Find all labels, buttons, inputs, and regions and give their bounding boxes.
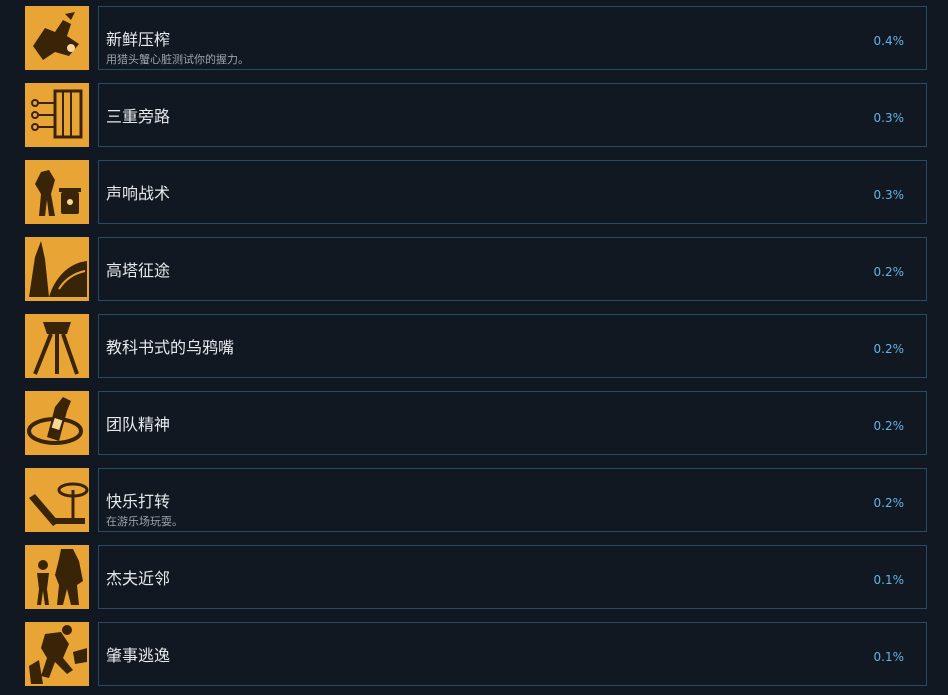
achievement-unlock-percent: 0.2% <box>873 496 905 510</box>
circuit-panel-icon <box>25 83 89 147</box>
achievement-card: 肇事逃逸 0.1% <box>98 622 927 686</box>
neighbors-icon <box>25 545 89 609</box>
achievement-card: 快乐打转 在游乐场玩耍。 0.2% <box>98 468 927 532</box>
achievement-description: 用猎头蟹心脏测试你的握力。 <box>106 53 249 66</box>
achievement-unlock-percent: 0.2% <box>873 342 905 356</box>
achievement-row[interactable]: 教科书式的乌鸦嘴 0.2% <box>25 314 927 378</box>
achievement-title: 新鲜压榨 <box>106 30 171 49</box>
achievement-unlock-percent: 0.3% <box>873 188 905 202</box>
achievement-card: 杰夫近邻 0.1% <box>98 545 927 609</box>
achievement-title: 团队精神 <box>106 415 171 434</box>
achievement-list: 新鲜压榨 用猎头蟹心脏测试你的握力。 0.4% 三重旁路 0.3% 声响战术 0… <box>0 0 948 695</box>
achievement-row[interactable]: 声响战术 0.3% <box>25 160 927 224</box>
achievement-unlock-percent: 0.3% <box>873 111 905 125</box>
achievement-title: 声响战术 <box>106 184 171 203</box>
achievement-title: 快乐打转 <box>106 492 171 511</box>
escape-icon <box>25 622 89 686</box>
achievement-row[interactable]: 团队精神 0.2% <box>25 391 927 455</box>
achievement-title: 肇事逃逸 <box>106 646 171 665</box>
achievement-card: 高塔征途 0.2% <box>98 237 927 301</box>
achievement-row[interactable]: 杰夫近邻 0.1% <box>25 545 927 609</box>
bottle-icon <box>25 391 89 455</box>
achievement-unlock-percent: 0.2% <box>873 265 905 279</box>
playground-slide-icon <box>25 468 89 532</box>
achievement-unlock-percent: 0.2% <box>873 419 905 433</box>
achievement-title: 教科书式的乌鸦嘴 <box>106 338 235 357</box>
achievement-card: 团队精神 0.2% <box>98 391 927 455</box>
achievement-row[interactable]: 三重旁路 0.3% <box>25 83 927 147</box>
achievement-card: 教科书式的乌鸦嘴 0.2% <box>98 314 927 378</box>
headcrab-heart-icon <box>25 6 89 70</box>
achievement-description: 在游乐场玩耍。 <box>106 515 183 528</box>
achievement-row[interactable]: 新鲜压榨 用猎头蟹心脏测试你的握力。 0.4% <box>25 6 927 70</box>
achievement-title: 高塔征途 <box>106 261 171 280</box>
achievement-unlock-percent: 0.4% <box>873 34 905 48</box>
achievement-card: 新鲜压榨 用猎头蟹心脏测试你的握力。 0.4% <box>98 6 927 70</box>
strider-icon <box>25 314 89 378</box>
achievement-row[interactable]: 高塔征途 0.2% <box>25 237 927 301</box>
achievement-row[interactable]: 肇事逃逸 0.1% <box>25 622 927 686</box>
zombie-trashcan-icon <box>25 160 89 224</box>
achievement-title: 三重旁路 <box>106 107 171 126</box>
achievement-card: 声响战术 0.3% <box>98 160 927 224</box>
tower-icon <box>25 237 89 301</box>
achievement-card: 三重旁路 0.3% <box>98 83 927 147</box>
achievement-unlock-percent: 0.1% <box>873 573 905 587</box>
achievement-row[interactable]: 快乐打转 在游乐场玩耍。 0.2% <box>25 468 927 532</box>
achievement-title: 杰夫近邻 <box>106 569 171 588</box>
achievement-unlock-percent: 0.1% <box>873 650 905 664</box>
